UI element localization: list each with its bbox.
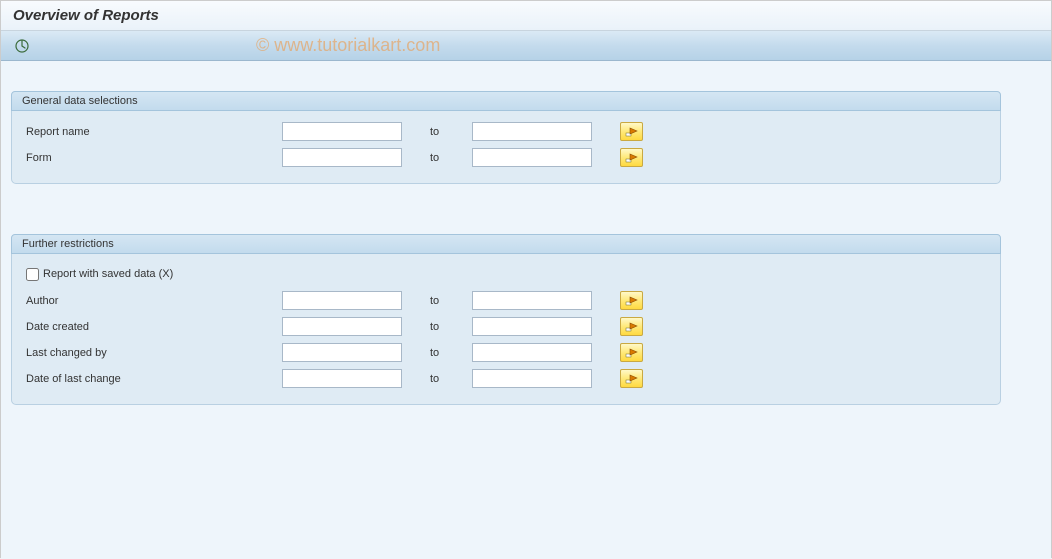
multi-select-report-name[interactable]	[620, 122, 643, 141]
row-report-name: Report name to	[22, 119, 990, 144]
input-last-changed-from[interactable]	[282, 343, 402, 362]
group-body-further: Report with saved data (X) Author to Dat…	[12, 254, 1000, 404]
to-label: to	[402, 295, 472, 307]
input-report-name-from[interactable]	[282, 122, 402, 141]
group-title-further: Further restrictions	[11, 234, 1001, 254]
input-report-name-to[interactable]	[472, 122, 592, 141]
row-date-created: Date created to	[22, 314, 990, 339]
label-saved-data: Report with saved data (X)	[43, 268, 173, 280]
input-date-created-from[interactable]	[282, 317, 402, 336]
group-general-data: General data selections Report name to F…	[11, 91, 1001, 184]
row-form: Form to	[22, 145, 990, 170]
input-date-last-from[interactable]	[282, 369, 402, 388]
to-label: to	[402, 373, 472, 385]
label-author: Author	[22, 295, 282, 307]
label-date-last-change: Date of last change	[22, 373, 282, 385]
page-title: Overview of Reports	[13, 7, 1039, 24]
group-further-restrictions: Further restrictions Report with saved d…	[11, 234, 1001, 405]
to-label: to	[402, 126, 472, 138]
to-label: to	[402, 152, 472, 164]
execute-icon	[14, 38, 30, 54]
to-label: to	[402, 321, 472, 333]
multi-select-form[interactable]	[620, 148, 643, 167]
row-last-changed-by: Last changed by to	[22, 340, 990, 365]
multi-select-date-created[interactable]	[620, 317, 643, 336]
arrow-right-icon	[625, 152, 639, 164]
row-saved-data-checkbox: Report with saved data (X)	[22, 262, 990, 286]
arrow-right-icon	[625, 373, 639, 385]
row-date-last-change: Date of last change to	[22, 366, 990, 391]
arrow-right-icon	[625, 126, 639, 138]
multi-select-last-changed[interactable]	[620, 343, 643, 362]
input-author-from[interactable]	[282, 291, 402, 310]
arrow-right-icon	[625, 347, 639, 359]
input-form-to[interactable]	[472, 148, 592, 167]
input-last-changed-to[interactable]	[472, 343, 592, 362]
content-area: General data selections Report name to F…	[1, 61, 1051, 559]
label-date-created: Date created	[22, 321, 282, 333]
title-bar: Overview of Reports	[1, 1, 1051, 31]
group-body-general: Report name to Form to	[12, 111, 1000, 183]
checkbox-saved-data[interactable]	[26, 268, 39, 281]
watermark: © www.tutorialkart.com	[256, 35, 440, 56]
multi-select-author[interactable]	[620, 291, 643, 310]
row-author: Author to	[22, 288, 990, 313]
toolbar: © www.tutorialkart.com	[1, 31, 1051, 61]
label-report-name: Report name	[22, 126, 282, 138]
to-label: to	[402, 347, 472, 359]
arrow-right-icon	[625, 321, 639, 333]
input-author-to[interactable]	[472, 291, 592, 310]
execute-button[interactable]	[11, 35, 33, 57]
label-last-changed-by: Last changed by	[22, 347, 282, 359]
arrow-right-icon	[625, 295, 639, 307]
input-form-from[interactable]	[282, 148, 402, 167]
group-title-general: General data selections	[11, 91, 1001, 111]
multi-select-date-last[interactable]	[620, 369, 643, 388]
input-date-last-to[interactable]	[472, 369, 592, 388]
input-date-created-to[interactable]	[472, 317, 592, 336]
label-form: Form	[22, 152, 282, 164]
